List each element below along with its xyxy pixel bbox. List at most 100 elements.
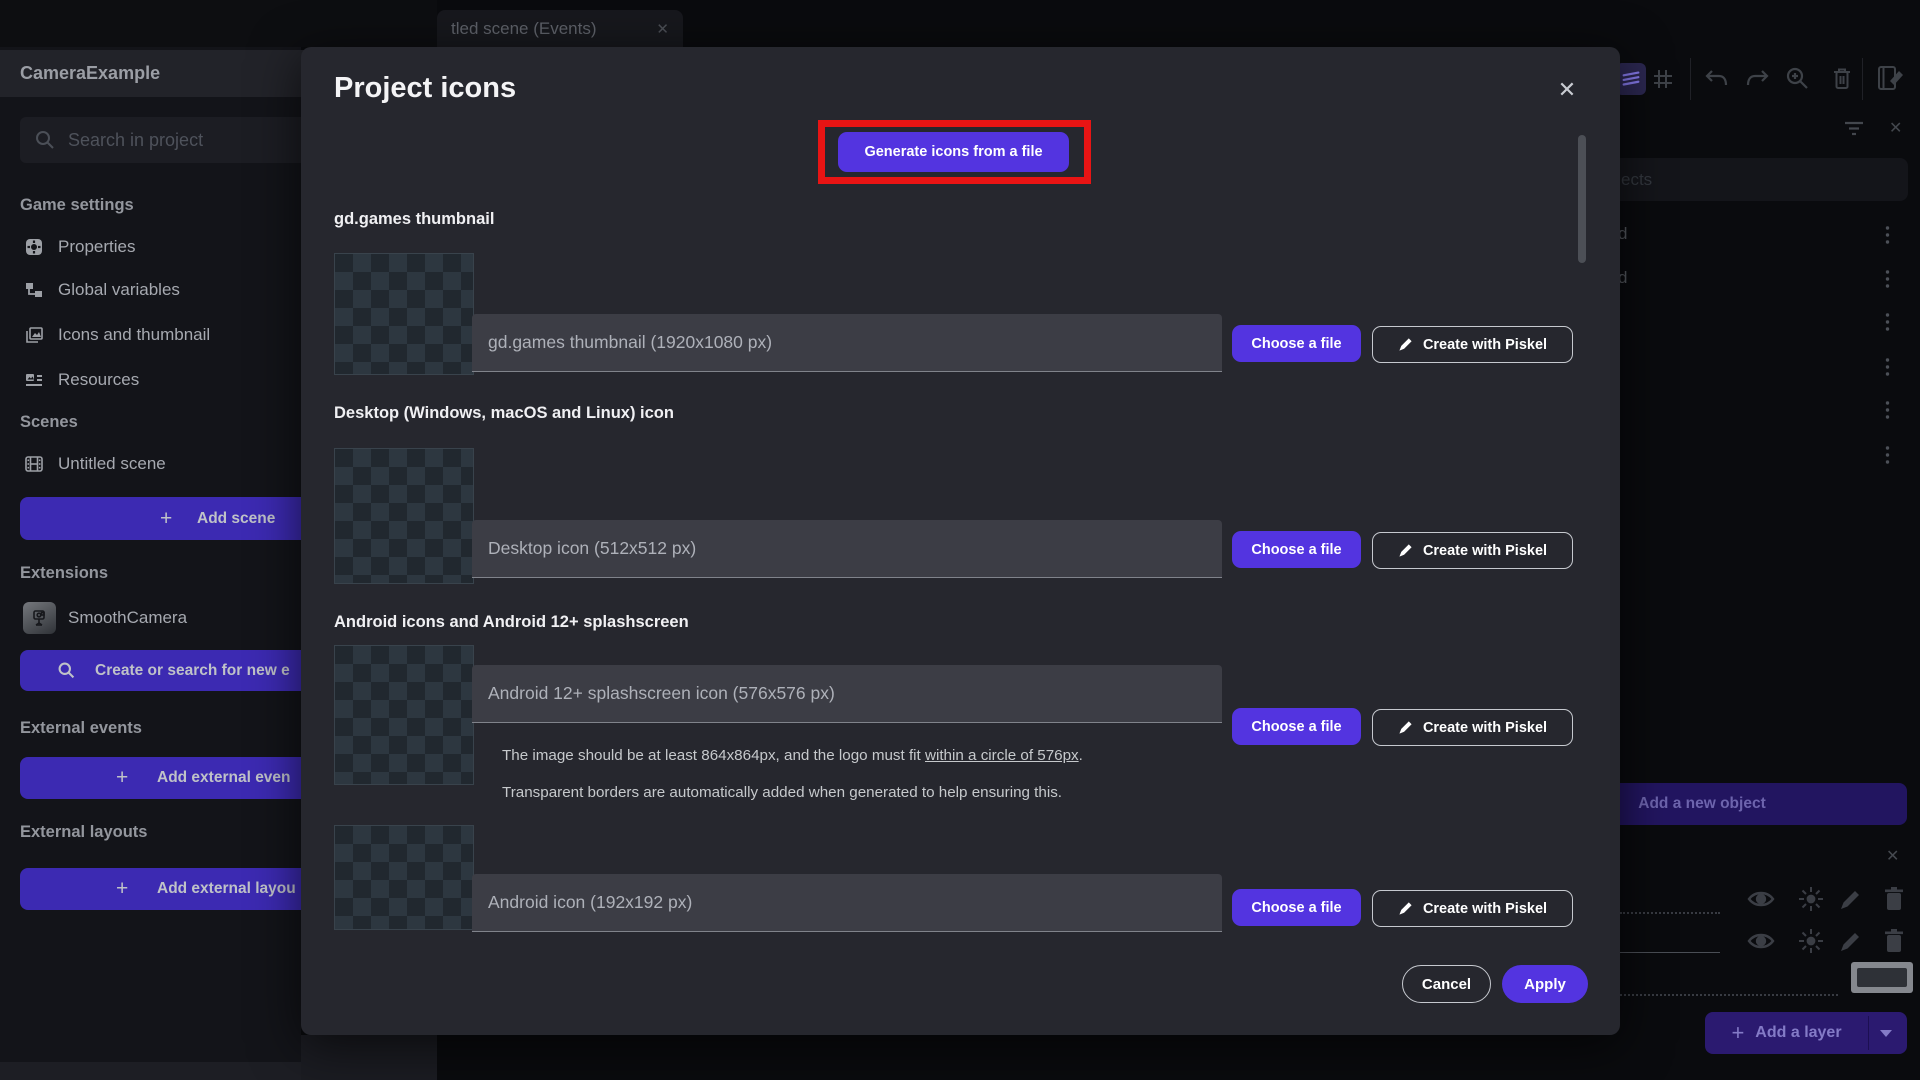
add-scene-button[interactable]: + Add scene	[20, 497, 320, 540]
sidebar-item-untitled-scene[interactable]: Untitled scene	[24, 447, 166, 481]
tab-label: tled scene (Events)	[451, 18, 597, 38]
object-row-menu-icon[interactable]	[1884, 268, 1894, 290]
plus-icon: +	[1731, 1020, 1745, 1045]
undo-button[interactable]	[1703, 68, 1729, 90]
android-icon-input[interactable]: Android icon (192x192 px)	[472, 874, 1222, 932]
android-splashscreen-input[interactable]: Android 12+ splashscreen icon (576x576 p…	[472, 665, 1222, 723]
edit-scene-button[interactable]	[1876, 64, 1906, 92]
sidebar-item-label: Untitled scene	[58, 454, 166, 473]
cancel-button[interactable]: Cancel	[1402, 965, 1491, 1003]
filter-button[interactable]	[1843, 120, 1865, 137]
search-placeholder: Search in project	[68, 129, 204, 150]
choose-file-button[interactable]: Choose a file	[1232, 531, 1361, 568]
sidebar-item-icons-and-thumbnail[interactable]: Icons and thumbnail	[24, 318, 210, 352]
layer-delete-button[interactable]	[1883, 928, 1905, 954]
zoom-in-button[interactable]	[1785, 66, 1810, 92]
pen-icon	[1399, 544, 1412, 557]
scroll-thumb[interactable]	[1851, 962, 1913, 993]
layer-edit-button[interactable]	[1838, 929, 1863, 954]
zoom-in-icon	[1786, 67, 1808, 89]
search-in-project-input[interactable]: Search in project	[20, 117, 320, 163]
tab-untitled-scene-events[interactable]: tled scene (Events) ✕	[437, 10, 683, 47]
sidebar-item-properties[interactable]: Properties	[24, 230, 135, 264]
pen-icon	[1399, 338, 1412, 351]
object-row-menu-icon[interactable]	[1884, 311, 1894, 333]
input-hint: Desktop icon (512x512 px)	[488, 538, 697, 558]
pencil-icon	[1841, 891, 1859, 909]
add-external-layouts-button[interactable]: + Add external layou	[20, 868, 320, 910]
layers-close-icon[interactable]: ✕	[1886, 846, 1899, 866]
choose-file-button[interactable]: Choose a file	[1232, 889, 1361, 926]
piskel-label: Create with Piskel	[1422, 336, 1548, 353]
grid-icon	[1654, 70, 1672, 88]
choose-file-label: Choose a file	[1251, 335, 1342, 352]
dialog-scrollbar[interactable]	[1578, 135, 1586, 263]
panel-close-icon[interactable]: ✕	[1889, 118, 1902, 138]
object-row-menu-icon[interactable]	[1884, 444, 1894, 466]
layer-effects-button[interactable]	[1797, 927, 1825, 955]
piskel-label: Create with Piskel	[1422, 719, 1548, 736]
grid-button[interactable]	[1651, 67, 1675, 91]
redo-button[interactable]	[1745, 68, 1771, 90]
android-icon-preview	[334, 825, 474, 930]
scroll-thumb-inner	[1857, 968, 1907, 987]
eye-icon	[1747, 891, 1775, 907]
object-row-menu-icon[interactable]	[1884, 224, 1894, 246]
layer-delete-button[interactable]	[1883, 886, 1905, 912]
layers-icon	[1622, 71, 1640, 86]
sidebar-item-label: Global variables	[58, 280, 180, 299]
create-or-search-extension-button[interactable]: Create or search for new e	[20, 650, 320, 691]
gdgames-thumbnail-input[interactable]: gd.games thumbnail (1920x1080 px)	[472, 314, 1222, 372]
add-external-events-button[interactable]: + Add external even	[20, 757, 320, 799]
section-external-layouts: External layouts	[20, 823, 148, 841]
layer-visibility-button[interactable]	[1746, 887, 1776, 911]
dialog-close-icon[interactable]: ✕	[1549, 75, 1585, 105]
create-with-piskel-button[interactable]: Create with Piskel	[1372, 326, 1573, 363]
choose-file-label: Choose a file	[1251, 718, 1342, 735]
instances-list-button[interactable]	[1616, 63, 1646, 95]
section-scenes: Scenes	[20, 413, 78, 431]
toolbar-separator	[1862, 58, 1863, 100]
choose-file-button[interactable]: Choose a file	[1232, 325, 1361, 362]
gdgames-thumbnail-preview	[334, 253, 474, 375]
toolbar-separator	[1690, 58, 1691, 100]
create-with-piskel-button[interactable]: Create with Piskel	[1372, 532, 1573, 569]
sidebar-item-global-variables[interactable]: Global variables	[24, 273, 180, 307]
helper-line-1: The image should be at least 864x864px, …	[502, 747, 1083, 764]
delete-button[interactable]	[1830, 66, 1854, 92]
eye-icon	[1747, 933, 1775, 949]
piskel-label: Create with Piskel	[1422, 900, 1548, 917]
apply-button[interactable]: Apply	[1502, 965, 1588, 1003]
project-icons-dialog: Project icons ✕ Generate icons from a fi…	[301, 47, 1620, 1035]
add-layer-button[interactable]: + Add a layer	[1705, 1012, 1907, 1054]
apply-label: Apply	[1524, 975, 1566, 993]
plus-icon: +	[160, 506, 173, 530]
create-with-piskel-button[interactable]: Create with Piskel	[1372, 709, 1573, 746]
chevron-down-icon[interactable]	[1880, 1030, 1892, 1037]
create-with-piskel-button[interactable]: Create with Piskel	[1372, 890, 1573, 927]
variables-icon	[26, 283, 42, 297]
gdevelop-window: tled scene (Events) ✕ CameraExample Sear…	[0, 0, 1920, 1080]
camera-extension-icon	[23, 602, 56, 634]
tab-close-icon[interactable]: ✕	[656, 20, 669, 38]
android-splashscreen-helper: The image should be at least 864x864px, …	[502, 737, 1102, 811]
pen-icon	[1399, 902, 1412, 915]
sidebar-item-resources[interactable]: Resources	[24, 363, 139, 397]
search-icon	[36, 131, 54, 149]
layer-visibility-button[interactable]	[1746, 929, 1776, 953]
input-hint: Android 12+ splashscreen icon (576x576 p…	[488, 683, 835, 703]
sidebar-item-smoothcamera[interactable]: SmoothCamera	[23, 601, 187, 635]
input-hint: gd.games thumbnail (1920x1080 px)	[488, 332, 773, 352]
layer-edit-button[interactable]	[1838, 887, 1863, 912]
redo-icon	[1746, 70, 1769, 86]
layer-effects-button[interactable]	[1797, 885, 1825, 913]
object-row-menu-icon[interactable]	[1884, 356, 1894, 378]
choose-file-label: Choose a file	[1251, 899, 1342, 916]
section-label-desktop: Desktop (Windows, macOS and Linux) icon	[334, 404, 674, 422]
button-divider	[1868, 1016, 1869, 1050]
object-row-menu-icon[interactable]	[1884, 399, 1894, 421]
trash-icon	[1885, 929, 1903, 952]
pen-icon	[1399, 721, 1412, 734]
choose-file-button[interactable]: Choose a file	[1232, 708, 1361, 745]
desktop-icon-input[interactable]: Desktop icon (512x512 px)	[472, 520, 1222, 578]
